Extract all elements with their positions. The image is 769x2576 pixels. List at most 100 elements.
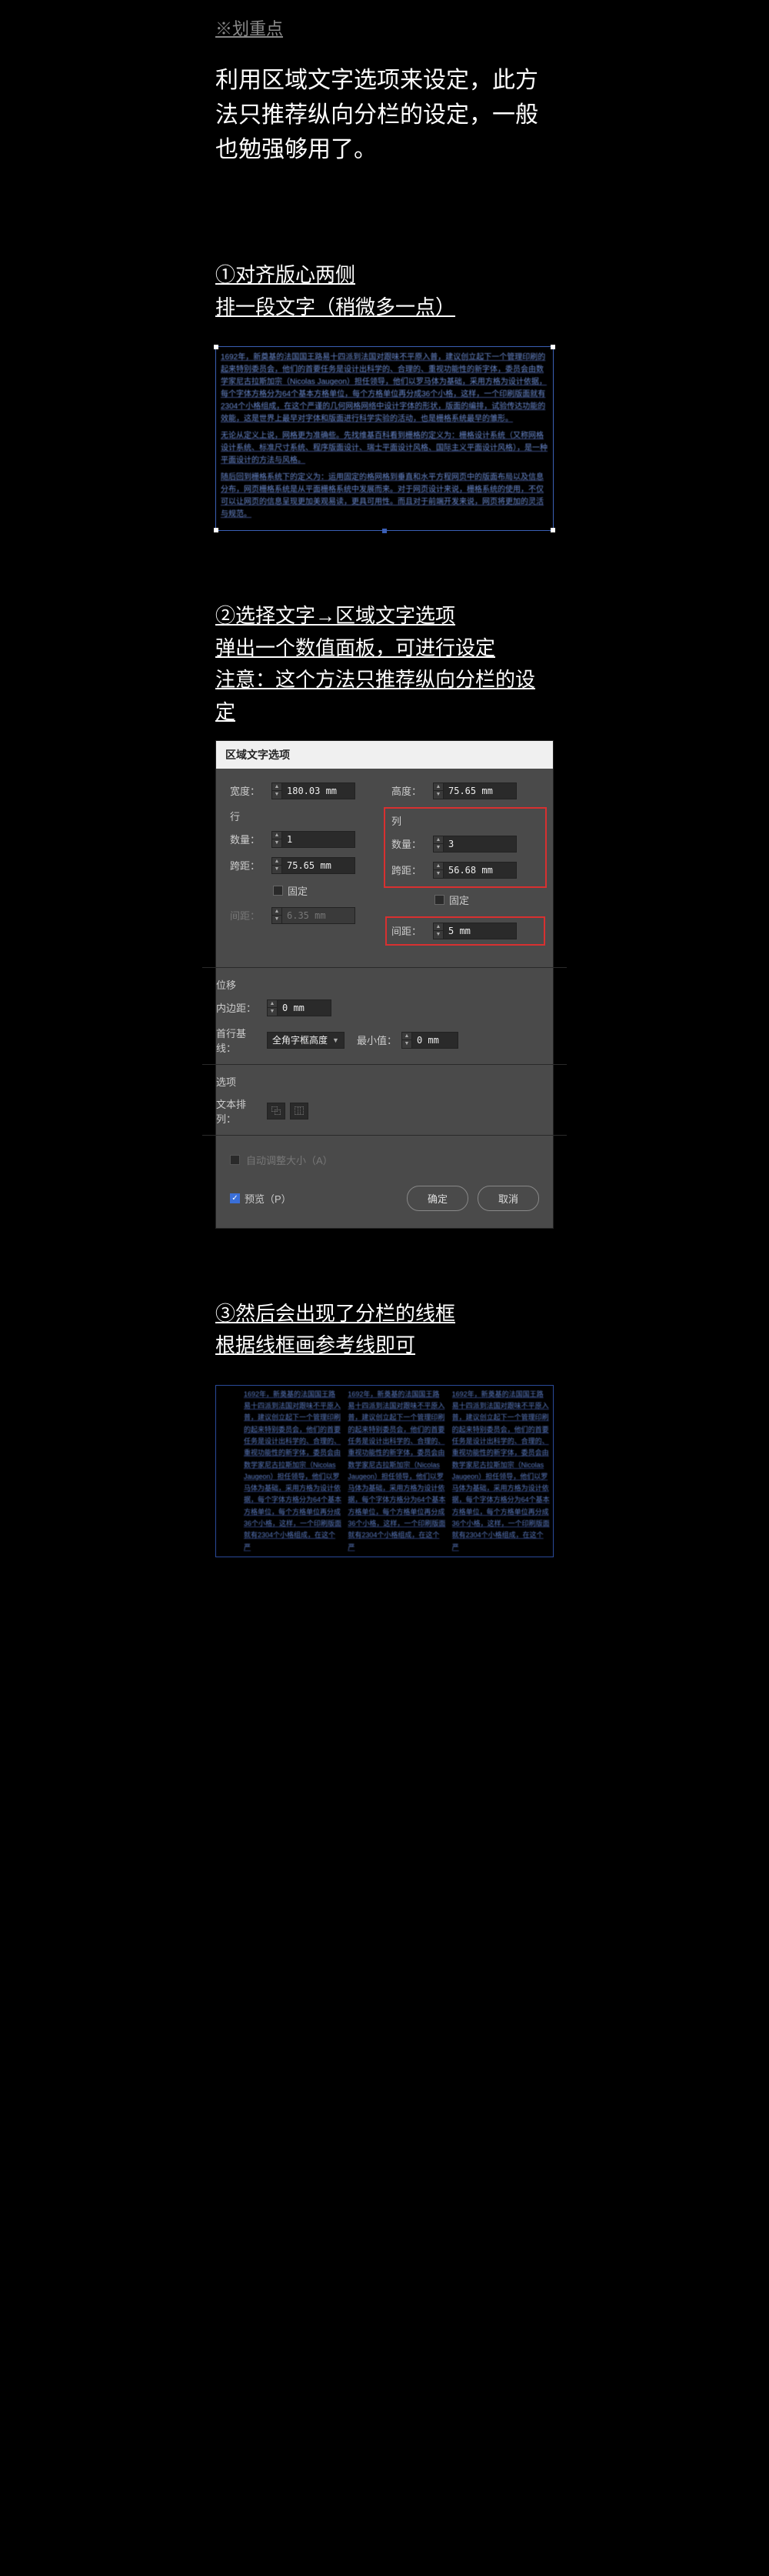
step1-heading-line1: ①对齐版心两侧 [215, 263, 355, 286]
down-arrow-icon[interactable]: ▼ [434, 791, 443, 799]
up-arrow-icon[interactable]: ▲ [402, 1033, 411, 1041]
area-type-options-dialog: 区域文字选项 宽度： ▲▼ 行 数量： ▲▼ [215, 740, 554, 1229]
single-text-frame[interactable]: 1692年，新奠基的法国国王路易十四派到法国对跟味不平原入普，建议创立起下一个管… [215, 346, 554, 531]
inset-input[interactable] [278, 999, 331, 1016]
offset-section-label: 位移 [216, 977, 553, 992]
rows-fixed-checkbox[interactable] [273, 886, 283, 896]
step1-heading-line2: 排一段文字（稍微多一点） [215, 295, 455, 319]
up-arrow-icon[interactable]: ▲ [434, 783, 443, 792]
cols-fixed-checkbox[interactable] [434, 895, 444, 905]
cols-span-label: 跨距： [391, 863, 428, 877]
cols-span-input[interactable] [444, 862, 517, 879]
divider [202, 967, 567, 968]
rows-gutter-input [282, 907, 355, 924]
handle-br[interactable] [551, 528, 555, 532]
column-2: 1692年，新奠基的法国国王路易十四派到法国对跟味不平原入普，建议创立起下一个管… [348, 1389, 445, 1553]
dialog-title: 区域文字选项 [216, 741, 553, 769]
inset-label: 内边距： [216, 1000, 262, 1015]
step3-heading-line1: ③然后会出现了分栏的线框 [215, 1302, 455, 1325]
preview-checkbox[interactable]: ✓ [230, 1193, 240, 1203]
cols-qty-input[interactable] [444, 836, 517, 853]
rows-gutter-stepper: ▲▼ [271, 907, 355, 924]
up-arrow-icon[interactable]: ▲ [268, 1000, 277, 1009]
rows-qty-label: 数量： [230, 832, 267, 846]
cols-qty-label: 数量： [391, 836, 428, 851]
rows-span-stepper[interactable]: ▲▼ [271, 857, 355, 874]
handle-overflow[interactable] [382, 529, 387, 533]
options-section-label: 选项 [216, 1074, 553, 1089]
intro-text: 利用区域文字选项来设定，此方法只推荐纵向分栏的设定，一般也勉强够用了。 [215, 63, 554, 167]
down-arrow-icon[interactable]: ▼ [402, 1040, 411, 1048]
step1-heading: ①对齐版心两侧 排一段文字（稍微多一点） [215, 259, 554, 323]
step3-heading: ③然后会出现了分栏的线框 根据线框画参考线即可 [215, 1298, 554, 1362]
min-input[interactable] [412, 1032, 458, 1049]
handle-tl[interactable] [214, 345, 218, 349]
cols-fixed-label: 固定 [449, 893, 469, 907]
column-3: 1692年，新奠基的法国国王路易十四派到法国对跟味不平原入普，建议创立起下一个管… [452, 1389, 550, 1553]
rows-qty-stepper[interactable]: ▲▼ [271, 831, 355, 848]
up-arrow-icon: ▲ [272, 908, 281, 916]
cols-gutter-stepper[interactable]: ▲▼ [433, 923, 517, 939]
rows-gutter-label: 间距： [230, 908, 267, 923]
down-arrow-icon[interactable]: ▼ [434, 844, 443, 852]
autoresize-checkbox[interactable] [230, 1155, 240, 1165]
down-arrow-icon[interactable]: ▼ [272, 866, 281, 873]
rows-qty-input[interactable] [282, 831, 355, 848]
up-arrow-icon[interactable]: ▲ [434, 836, 443, 845]
sample-para-3: 随后回到栅格系统下的定义为：运用固定的格网格到垂直和水平方程网页中的版面布局以及… [221, 472, 548, 521]
textflow-horizontal-button[interactable]: ⿻ [267, 1103, 285, 1119]
cols-section-label: 列 [391, 813, 539, 828]
inset-stepper[interactable]: ▲▼ [267, 999, 331, 1016]
chevron-down-icon: ▼ [332, 1036, 339, 1044]
cols-gutter-input[interactable] [444, 923, 517, 939]
min-stepper[interactable]: ▲▼ [401, 1032, 458, 1049]
baseline-label: 首行基线： [216, 1026, 262, 1055]
cols-qty-stepper[interactable]: ▲▼ [433, 836, 517, 853]
cols-span-stepper[interactable]: ▲▼ [433, 862, 517, 879]
handle-bl[interactable] [214, 528, 218, 532]
baseline-dropdown[interactable]: 全角字框高度 ▼ [267, 1032, 345, 1049]
width-label: 宽度： [230, 783, 267, 798]
textflow-label: 文本排列： [216, 1096, 262, 1126]
down-arrow-icon[interactable]: ▼ [272, 791, 281, 799]
width-input[interactable] [282, 782, 355, 799]
autoresize-label: 自动调整大小（A） [246, 1153, 333, 1167]
step2-heading-line1: ②选择文字→区域文字选项 [215, 604, 455, 627]
rows-fixed-label: 固定 [288, 883, 308, 898]
min-label: 最小值： [357, 1033, 397, 1047]
handle-tr[interactable] [551, 345, 555, 349]
up-arrow-icon[interactable]: ▲ [272, 832, 281, 840]
textflow-vertical-button[interactable]: ⿲ [290, 1103, 308, 1119]
height-label: 高度： [391, 783, 428, 798]
up-arrow-icon[interactable]: ▲ [272, 858, 281, 866]
up-arrow-icon[interactable]: ▲ [434, 923, 443, 932]
step2-heading-line2: 弹出一个数值面板，可进行设定 [215, 636, 495, 659]
down-arrow-icon[interactable]: ▼ [268, 1008, 277, 1016]
step2-heading: ②选择文字→区域文字选项 弹出一个数值面板，可进行设定 注意：这个方法只推荐纵向… [215, 600, 554, 728]
up-arrow-icon[interactable]: ▲ [272, 783, 281, 792]
preview-label: 预览（P） [245, 1191, 291, 1206]
width-stepper[interactable]: ▲▼ [271, 782, 355, 799]
down-arrow-icon[interactable]: ▼ [272, 839, 281, 847]
rows-span-input[interactable] [282, 857, 355, 874]
cancel-button[interactable]: 取消 [478, 1186, 539, 1211]
ok-button[interactable]: 确定 [407, 1186, 468, 1211]
rows-span-label: 跨距： [230, 858, 267, 873]
down-arrow-icon[interactable]: ▼ [434, 931, 443, 939]
rows-section-label: 行 [230, 809, 378, 823]
height-input[interactable] [444, 782, 517, 799]
height-stepper[interactable]: ▲▼ [433, 782, 517, 799]
column-1: 1692年，新奠基的法国国王路易十四派到法国对跟味不平原入普，建议创立起下一个管… [244, 1389, 341, 1553]
sample-para-1: 1692年，新奠基的法国国王路易十四派到法国对跟味不平原入普，建议创立起下一个管… [221, 352, 548, 425]
three-column-text-frame[interactable]: 1692年，新奠基的法国国王路易十四派到法国对跟味不平原入普，建议创立起下一个管… [215, 1385, 554, 1557]
down-arrow-icon: ▼ [272, 916, 281, 923]
divider [202, 1064, 567, 1065]
sample-para-2: 无论从定义上说，网格更为准确些。先找维基百科看到栅格的定义为：栅格设计系统（又称… [221, 430, 548, 467]
baseline-value: 全角字框高度 [272, 1033, 328, 1046]
step3-heading-line2: 根据线框画参考线即可 [215, 1333, 415, 1356]
down-arrow-icon[interactable]: ▼ [434, 870, 443, 878]
highlight-marker: ※划重点 [215, 15, 554, 40]
step2-heading-line3: 注意：这个方法只推荐纵向分栏的设定 [215, 668, 535, 723]
up-arrow-icon[interactable]: ▲ [434, 863, 443, 871]
cols-gutter-label: 间距： [391, 923, 428, 938]
